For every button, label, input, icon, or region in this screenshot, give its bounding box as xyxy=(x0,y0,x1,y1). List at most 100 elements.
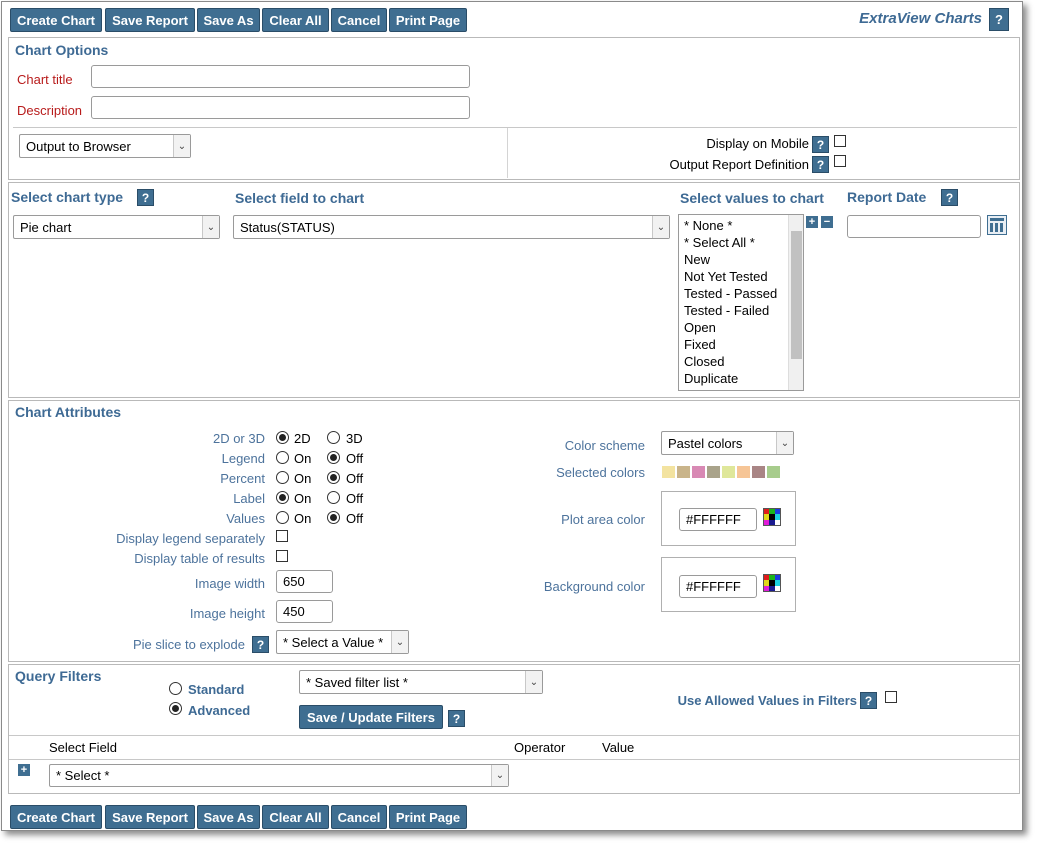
table-of-results-label: Display table of results xyxy=(134,551,265,566)
save-as-button-bottom[interactable]: Save As xyxy=(197,805,260,829)
values-list-item[interactable]: * None * xyxy=(679,217,803,234)
save-as-button[interactable]: Save As xyxy=(197,8,260,32)
report-date-heading: Report Date xyxy=(847,189,927,205)
filter-field-value: * Select * xyxy=(56,768,110,783)
chart-type-value: Pie chart xyxy=(20,219,72,235)
image-width-input[interactable]: 650 xyxy=(276,570,333,593)
save-report-button[interactable]: Save Report xyxy=(105,8,195,32)
app-help-button[interactable]: ? xyxy=(989,8,1009,31)
label-on-radio[interactable] xyxy=(276,491,289,504)
help-icon[interactable]: ? xyxy=(941,189,958,206)
remove-values-icon[interactable]: − xyxy=(821,216,833,228)
values-list-item[interactable]: Tested - Passed xyxy=(679,285,803,302)
report-date-input[interactable] xyxy=(847,215,981,238)
chevron-down-icon: ⌄ xyxy=(173,135,190,157)
add-filter-row-icon[interactable]: + xyxy=(18,764,30,776)
create-chart-button[interactable]: Create Chart xyxy=(10,8,102,32)
chart-type-select[interactable]: Pie chart ⌄ xyxy=(13,215,220,239)
chart-title-input[interactable] xyxy=(91,65,470,88)
values-list-item[interactable]: Tested - Failed xyxy=(679,302,803,319)
filter-field-select[interactable]: * Select * ⌄ xyxy=(49,764,509,787)
chevron-down-icon: ⌄ xyxy=(391,631,408,653)
help-icon[interactable]: ? xyxy=(812,156,829,173)
use-allowed-values-label: Use Allowed Values in Filters xyxy=(677,693,857,708)
legend-on-label: On xyxy=(294,451,312,466)
values-list-item[interactable]: * Select All * xyxy=(679,234,803,251)
legend-separately-checkbox[interactable] xyxy=(276,530,288,542)
print-page-button-bottom[interactable]: Print Page xyxy=(389,805,467,829)
chart-options-section: Chart Options Chart title Description Ou… xyxy=(8,37,1020,180)
chart-type-heading: Select chart type xyxy=(11,189,124,205)
save-update-filters-button[interactable]: Save / Update Filters xyxy=(299,705,443,729)
calendar-icon[interactable] xyxy=(987,215,1007,235)
chevron-down-icon: ⌄ xyxy=(652,216,669,238)
print-page-button[interactable]: Print Page xyxy=(389,8,467,32)
options-column-divider xyxy=(507,128,508,178)
output-select[interactable]: Output to Browser ⌄ xyxy=(19,134,191,158)
values-list-item[interactable]: Duplicate xyxy=(679,370,803,387)
help-icon[interactable]: ? xyxy=(860,692,877,709)
values-list-item[interactable]: New xyxy=(679,251,803,268)
create-chart-button-bottom[interactable]: Create Chart xyxy=(10,805,102,829)
dimension-2d-radio[interactable] xyxy=(276,431,289,444)
values-off-label: Off xyxy=(346,511,364,526)
color-scheme-label: Color scheme xyxy=(564,438,645,453)
values-list-item[interactable]: Open xyxy=(679,319,803,336)
cancel-button[interactable]: Cancel xyxy=(331,8,387,32)
table-of-results-checkbox[interactable] xyxy=(276,550,288,562)
standard-label: Standard xyxy=(188,682,245,697)
values-on-radio[interactable] xyxy=(276,511,289,524)
color-swatch xyxy=(692,466,705,478)
help-icon[interactable]: ? xyxy=(448,710,465,727)
dimension-3d-label: 3D xyxy=(346,431,363,446)
image-height-input[interactable]: 450 xyxy=(276,600,333,623)
saved-filter-value: * Saved filter list * xyxy=(306,674,408,690)
dimension-label: 2D or 3D xyxy=(212,431,265,446)
values-to-chart-listbox[interactable]: * None * * Select All * New Not Yet Tested T… xyxy=(678,214,804,391)
color-scheme-select[interactable]: Pastel colors ⌄ xyxy=(661,431,794,455)
filters-divider xyxy=(9,735,1019,736)
saved-filter-select[interactable]: * Saved filter list * ⌄ xyxy=(299,670,543,694)
chart-selection-section: Select chart type ? Pie chart ⌄ Select f… xyxy=(8,182,1020,398)
help-icon[interactable]: ? xyxy=(252,636,269,653)
standard-radio[interactable] xyxy=(169,682,182,695)
color-palette-icon[interactable] xyxy=(763,508,781,526)
values-list-item[interactable]: Not Yet Tested xyxy=(679,268,803,285)
scrollbar-thumb[interactable] xyxy=(791,231,802,359)
percent-on-radio[interactable] xyxy=(276,471,289,484)
options-divider xyxy=(13,127,1017,128)
pie-slice-select[interactable]: * Select a Value * ⌄ xyxy=(276,630,409,654)
values-list: * None * * Select All * New Not Yet Tested T… xyxy=(679,215,803,387)
background-color-input[interactable]: #FFFFFF xyxy=(679,575,757,598)
display-on-mobile-checkbox[interactable] xyxy=(834,135,846,147)
cancel-button-bottom[interactable]: Cancel xyxy=(331,805,387,829)
description-input[interactable] xyxy=(91,96,470,119)
add-values-icon[interactable]: + xyxy=(806,216,818,228)
listbox-scrollbar[interactable] xyxy=(788,215,803,390)
label-off-radio[interactable] xyxy=(327,491,340,504)
values-list-item[interactable]: Closed xyxy=(679,353,803,370)
clear-all-button-bottom[interactable]: Clear All xyxy=(262,805,329,829)
output-report-definition-checkbox[interactable] xyxy=(834,155,846,167)
color-swatch xyxy=(707,466,720,478)
color-swatch xyxy=(767,466,780,478)
color-palette-icon[interactable] xyxy=(763,574,781,592)
values-list-item[interactable]: Fixed xyxy=(679,336,803,353)
legend-off-radio[interactable] xyxy=(327,451,340,464)
use-allowed-values-checkbox[interactable] xyxy=(885,691,897,703)
field-to-chart-heading: Select field to chart xyxy=(235,190,365,206)
percent-label: Percent xyxy=(220,471,265,486)
dimension-3d-radio[interactable] xyxy=(327,431,340,444)
help-icon[interactable]: ? xyxy=(812,136,829,153)
clear-all-button[interactable]: Clear All xyxy=(262,8,329,32)
legend-on-radio[interactable] xyxy=(276,451,289,464)
background-color-label: Background color xyxy=(543,579,645,594)
save-report-button-bottom[interactable]: Save Report xyxy=(105,805,195,829)
advanced-radio[interactable] xyxy=(169,702,182,715)
values-off-radio[interactable] xyxy=(327,511,340,524)
field-to-chart-select[interactable]: Status(STATUS) ⌄ xyxy=(233,215,670,239)
help-icon[interactable]: ? xyxy=(137,189,154,206)
plot-area-color-input[interactable]: #FFFFFF xyxy=(679,508,757,531)
percent-off-radio[interactable] xyxy=(327,471,340,484)
color-swatch xyxy=(677,466,690,478)
